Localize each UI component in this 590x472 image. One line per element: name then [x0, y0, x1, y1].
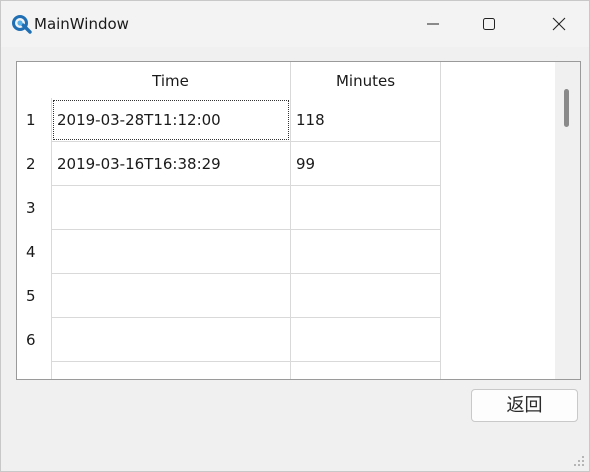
header-filler — [441, 62, 555, 98]
cell-time[interactable] — [51, 186, 291, 230]
main-window: MainWindow Time Minutes 1 2 3 4 5 6 2019… — [0, 0, 590, 472]
cell-minutes[interactable] — [291, 362, 441, 379]
cell-time[interactable] — [51, 230, 291, 274]
maximize-icon — [483, 18, 495, 30]
row-header-column: 1 2 3 4 5 6 — [17, 98, 51, 379]
close-icon — [552, 17, 566, 31]
scrollbar-thumb[interactable] — [564, 89, 569, 127]
row-header[interactable]: 6 — [17, 318, 51, 362]
title-bar[interactable]: MainWindow — [1, 1, 589, 47]
cell-time[interactable] — [51, 362, 291, 379]
cell-time[interactable] — [51, 318, 291, 362]
cell-time[interactable]: 2019-03-16T16:38:29 — [51, 142, 291, 186]
cell-minutes[interactable] — [291, 274, 441, 318]
cell-minutes[interactable]: 118 — [291, 98, 441, 142]
minimize-icon — [427, 23, 439, 25]
back-button[interactable]: 返回 — [471, 389, 578, 422]
cell-minutes[interactable] — [291, 230, 441, 274]
cell-time[interactable] — [51, 274, 291, 318]
data-table[interactable]: Time Minutes 1 2 3 4 5 6 2019-03-28T11:1… — [16, 61, 581, 380]
row-header[interactable]: 4 — [17, 230, 51, 274]
close-button[interactable] — [529, 1, 589, 47]
vertical-scrollbar[interactable] — [555, 62, 580, 379]
cell-minutes[interactable]: 99 — [291, 142, 441, 186]
table-body: 2019-03-28T11:12:00 118 2019-03-16T16:38… — [51, 98, 441, 379]
app-window-icon — [12, 15, 32, 34]
cell-minutes[interactable] — [291, 318, 441, 362]
column-header-minutes[interactable]: Minutes — [291, 62, 441, 98]
row-header[interactable]: 1 — [17, 98, 51, 142]
table-viewport: Time Minutes 1 2 3 4 5 6 2019-03-28T11:1… — [17, 62, 555, 379]
cell-time[interactable]: 2019-03-28T11:12:00 — [51, 98, 291, 142]
row-header[interactable]: 3 — [17, 186, 51, 230]
row-header[interactable]: 5 — [17, 274, 51, 318]
row-header[interactable]: 2 — [17, 142, 51, 186]
window-title: MainWindow — [34, 15, 129, 33]
cell-minutes[interactable] — [291, 186, 441, 230]
resize-grip-icon[interactable] — [571, 453, 585, 467]
table-corner-button[interactable] — [17, 62, 52, 98]
maximize-button[interactable] — [461, 1, 517, 47]
minimize-button[interactable] — [405, 1, 461, 47]
column-header-time[interactable]: Time — [51, 62, 291, 98]
